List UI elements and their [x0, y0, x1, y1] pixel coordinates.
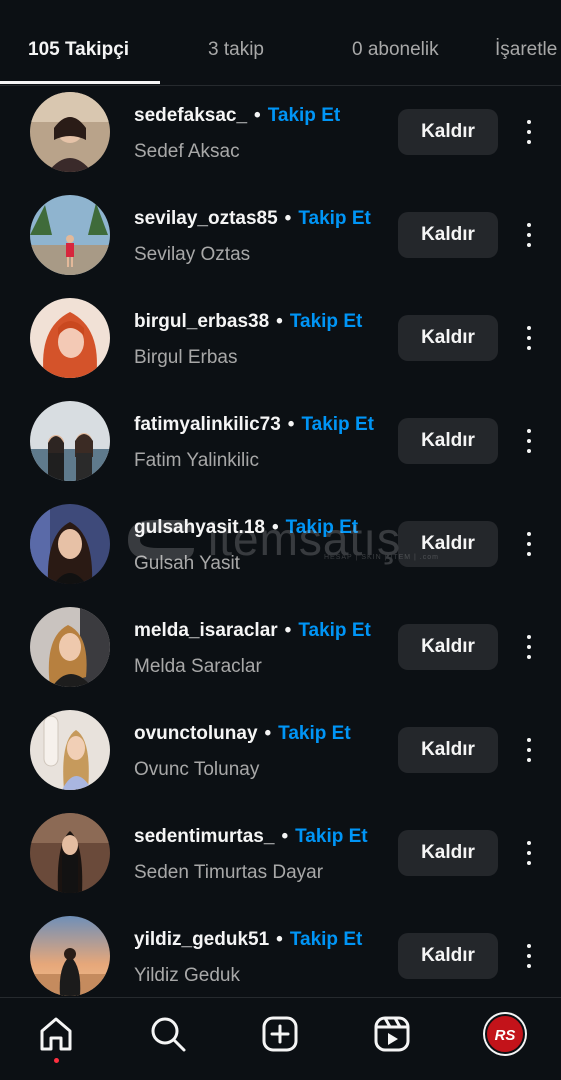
username[interactable]: gulsahyasit.18: [134, 517, 265, 538]
avatar[interactable]: [30, 298, 110, 378]
more-options-icon[interactable]: [518, 629, 540, 665]
full-name: Gulsah Yasit: [134, 553, 240, 574]
list-item: sedefaksac_ • Takip Et Sedef Aksac Kaldır: [0, 88, 561, 191]
username[interactable]: melda_isaraclar: [134, 620, 278, 641]
remove-button[interactable]: Kaldır: [398, 418, 498, 464]
more-options-icon[interactable]: [518, 732, 540, 768]
remove-button[interactable]: Kaldır: [398, 315, 498, 361]
full-name: Yildiz Geduk: [134, 965, 240, 986]
create-icon[interactable]: [260, 1014, 300, 1054]
more-options-icon[interactable]: [518, 114, 540, 150]
avatar[interactable]: [30, 607, 110, 687]
username[interactable]: ovunctolunay: [134, 723, 258, 744]
separator-dot: •: [287, 414, 295, 435]
tab-followers[interactable]: 105 Takipçi: [28, 30, 129, 70]
home-icon[interactable]: [36, 1014, 76, 1063]
separator-dot: •: [276, 929, 283, 950]
remove-button[interactable]: Kaldır: [398, 933, 498, 979]
follow-button[interactable]: Takip Et: [298, 620, 371, 641]
more-options-icon[interactable]: [518, 938, 540, 974]
separator-dot: •: [284, 620, 292, 641]
full-name: Fatim Yalinkilic: [134, 450, 259, 471]
follow-button[interactable]: Takip Et: [290, 929, 363, 950]
list-item: birgul_erbas38 • Takip Et Birgul Erbas Kal…: [0, 294, 561, 397]
remove-button[interactable]: Kaldır: [398, 109, 498, 155]
reels-icon[interactable]: [372, 1014, 412, 1054]
follow-button[interactable]: Takip Et: [268, 105, 341, 126]
full-name: Melda Saraclar: [134, 656, 262, 677]
full-name: Sevilay Oztas: [134, 244, 251, 265]
remove-button[interactable]: Kaldır: [398, 212, 498, 258]
full-name: Sedef Aksac: [134, 141, 240, 162]
bottom-nav: RS: [0, 997, 561, 1080]
username[interactable]: fatimyalinkilic73: [134, 414, 281, 435]
active-tab-indicator: [0, 81, 160, 84]
list-item: fatimyalinkilic73 • Takip Et Fatim Yalinki…: [0, 397, 561, 500]
avatar[interactable]: [30, 504, 110, 584]
avatar[interactable]: [30, 401, 110, 481]
separator-dot: •: [276, 311, 283, 332]
follow-button[interactable]: Takip Et: [298, 208, 371, 229]
more-options-icon[interactable]: [518, 423, 540, 459]
profile-avatar[interactable]: RS: [483, 1012, 527, 1056]
remove-button[interactable]: Kaldır: [398, 830, 498, 876]
username[interactable]: sedefaksac_: [134, 105, 247, 126]
avatar[interactable]: [30, 916, 110, 996]
avatar[interactable]: [30, 195, 110, 275]
follow-button[interactable]: Takip Et: [295, 826, 368, 847]
separator-dot: •: [271, 517, 279, 538]
username[interactable]: yildiz_geduk51: [134, 929, 269, 950]
follow-button[interactable]: Takip Et: [301, 414, 374, 435]
full-name: Birgul Erbas: [134, 347, 238, 368]
separator-dot: •: [281, 826, 289, 847]
search-icon[interactable]: [148, 1014, 188, 1054]
notification-dot: [54, 1058, 59, 1063]
avatar[interactable]: [30, 813, 110, 893]
follow-button[interactable]: Takip Et: [290, 311, 363, 332]
username[interactable]: sedentimurtas_: [134, 826, 274, 847]
remove-button[interactable]: Kaldır: [398, 624, 498, 670]
list-item: ovunctolunay • Takip Et Ovunc Tolunay Kald…: [0, 706, 561, 809]
avatar[interactable]: [30, 710, 110, 790]
more-options-icon[interactable]: [518, 217, 540, 253]
list-item: sevilay_oztas85 • Takip Et Sevilay Oztas K…: [0, 191, 561, 294]
tab-following[interactable]: 3 takip: [208, 30, 264, 70]
full-name: Seden Timurtas Dayar: [134, 862, 324, 883]
more-options-icon[interactable]: [518, 835, 540, 871]
list-item: melda_isaraclar • Takip Et Melda Saraclar …: [0, 603, 561, 706]
separator-dot: •: [254, 105, 261, 126]
more-options-icon[interactable]: [518, 320, 540, 356]
avatar[interactable]: [30, 92, 110, 172]
follow-button[interactable]: Takip Et: [286, 517, 359, 538]
remove-button[interactable]: Kaldır: [398, 727, 498, 773]
follower-list: sedefaksac_ • Takip Et Sedef Aksac Kaldır …: [0, 88, 561, 1015]
tab-flagged[interactable]: İşaretle: [495, 30, 557, 70]
username[interactable]: sevilay_oztas85: [134, 208, 278, 229]
follow-button[interactable]: Takip Et: [278, 723, 351, 744]
list-item: gulsahyasit.18 • Takip Et Gulsah Yasit Kal…: [0, 500, 561, 603]
tab-subscriptions[interactable]: 0 abonelik: [352, 30, 439, 70]
full-name: Ovunc Tolunay: [134, 759, 260, 780]
follower-tabs: 105 Takipçi 3 takip 0 abonelik İşaretle: [0, 0, 561, 86]
remove-button[interactable]: Kaldır: [398, 521, 498, 567]
separator-dot: •: [284, 208, 292, 229]
more-options-icon[interactable]: [518, 526, 540, 562]
profile-initials: RS: [485, 1014, 525, 1054]
username[interactable]: birgul_erbas38: [134, 311, 269, 332]
separator-dot: •: [264, 723, 272, 744]
list-item: sedentimurtas_ • Takip Et Seden Timurtas D…: [0, 809, 561, 912]
